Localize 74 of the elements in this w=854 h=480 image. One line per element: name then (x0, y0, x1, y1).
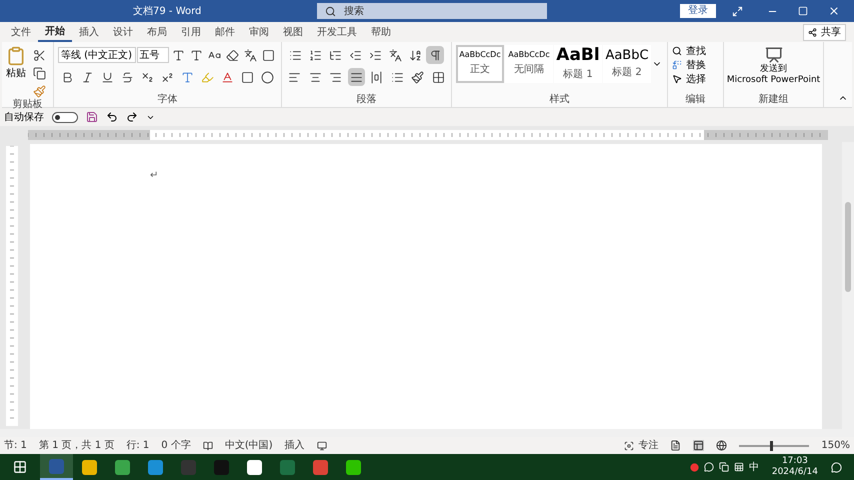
status-text: 行: 1 (126, 439, 150, 453)
pointer-icon (672, 74, 682, 84)
clock-date: 2024/6/14 (772, 467, 818, 478)
group-label: 段落 (356, 95, 376, 107)
font-name-field[interactable]: 等线 (中文正文) (58, 47, 136, 63)
language-text: 中文(中国) (224, 438, 273, 453)
ribbon-tab[interactable]: 布局 (140, 22, 174, 42)
style-item[interactable]: AaBl 标题 1 (554, 45, 602, 83)
group-label: 编辑 (686, 95, 706, 107)
ime-indicator[interactable]: 中 (748, 460, 759, 474)
group-label: 新建组 (758, 95, 788, 107)
status-text: 0 个字 (161, 438, 191, 453)
mode-text: 插入 (284, 438, 305, 453)
search-field[interactable]: 搜索 (317, 3, 547, 19)
save-icon (86, 111, 98, 123)
ribbon-tab[interactable]: 设计 (106, 22, 140, 42)
paste-button[interactable]: 粘贴 (6, 46, 26, 100)
read-mode-icon (670, 440, 682, 451)
status-text: 节: 1 (4, 438, 27, 453)
find-button[interactable]: 查找 (672, 44, 719, 58)
search-placeholder: 搜索 (344, 4, 364, 18)
group-label: 字体 (158, 95, 178, 107)
align-icon[interactable] (348, 68, 365, 86)
presentation-icon (764, 46, 782, 64)
vertical-scrollbar[interactable] (842, 142, 854, 429)
paragraph-mark: ↵ (150, 169, 158, 183)
status-text: 第 1 页，共 1 页 (38, 438, 114, 453)
focus-icon (624, 440, 634, 450)
clock-time: 17:03 (782, 456, 808, 467)
ribbon-tab[interactable]: 插入 (72, 22, 106, 42)
send-to-powerpoint-button[interactable]: 发送到 Microsoft PowerPoint (728, 46, 819, 86)
select-button[interactable]: 选择 (672, 72, 719, 86)
ribbon-display-icon (732, 6, 743, 16)
document-page[interactable]: ↵ (30, 144, 822, 429)
start-icon (13, 460, 27, 474)
redo-icon (126, 111, 138, 123)
font-size-field[interactable]: 五号 (136, 47, 170, 63)
ribbon-tab[interactable]: 引用 (174, 22, 208, 42)
undo-icon (106, 111, 118, 123)
ribbon-tab[interactable]: 帮助 (364, 22, 398, 42)
web-layout-icon (716, 440, 728, 451)
chat-tray-icon (704, 462, 714, 472)
record-icon (690, 462, 699, 472)
sign-in-button[interactable]: 登录 (680, 4, 716, 18)
share-button[interactable]: 共享 (803, 24, 846, 40)
proofing-icon (202, 440, 213, 450)
autosave-toggle[interactable] (52, 112, 78, 122)
autosave-label: 自动保存 (4, 110, 44, 124)
share-icon (808, 28, 817, 36)
window-title: 文档79 - Word (133, 4, 202, 18)
show-marks-icon[interactable] (426, 46, 444, 64)
style-item[interactable]: AaBbCcDc 无间隔 (505, 45, 553, 83)
print-layout-icon (693, 440, 704, 451)
ribbon-tab[interactable]: 开发工具 (310, 22, 364, 42)
ribbon-tab[interactable]: 审阅 (242, 22, 276, 42)
ribbon-tab[interactable]: 视图 (276, 22, 310, 42)
replace-icon (672, 60, 682, 70)
style-item[interactable]: AaBbC 标题 2 (603, 45, 651, 83)
tray-sheet-icon (734, 462, 744, 472)
style-item[interactable]: AaBbCcDc 正文 (456, 45, 504, 83)
replace-button[interactable]: 替换 (672, 58, 719, 72)
clipboard-icon (6, 46, 26, 66)
group-label: 剪贴板 (12, 100, 42, 110)
group-label: 样式 (550, 95, 570, 107)
focus-button[interactable]: 专注 (624, 438, 658, 453)
close-icon (828, 5, 840, 17)
zoom-text: 150% (821, 439, 850, 453)
ribbon-tab[interactable]: 文件 (4, 22, 38, 42)
notification-icon (831, 462, 842, 472)
search-icon (325, 6, 336, 16)
search-icon (672, 46, 682, 56)
maximize-icon (798, 6, 808, 16)
tray-app-icon (718, 462, 729, 472)
ribbon-tab[interactable]: 邮件 (208, 22, 242, 42)
